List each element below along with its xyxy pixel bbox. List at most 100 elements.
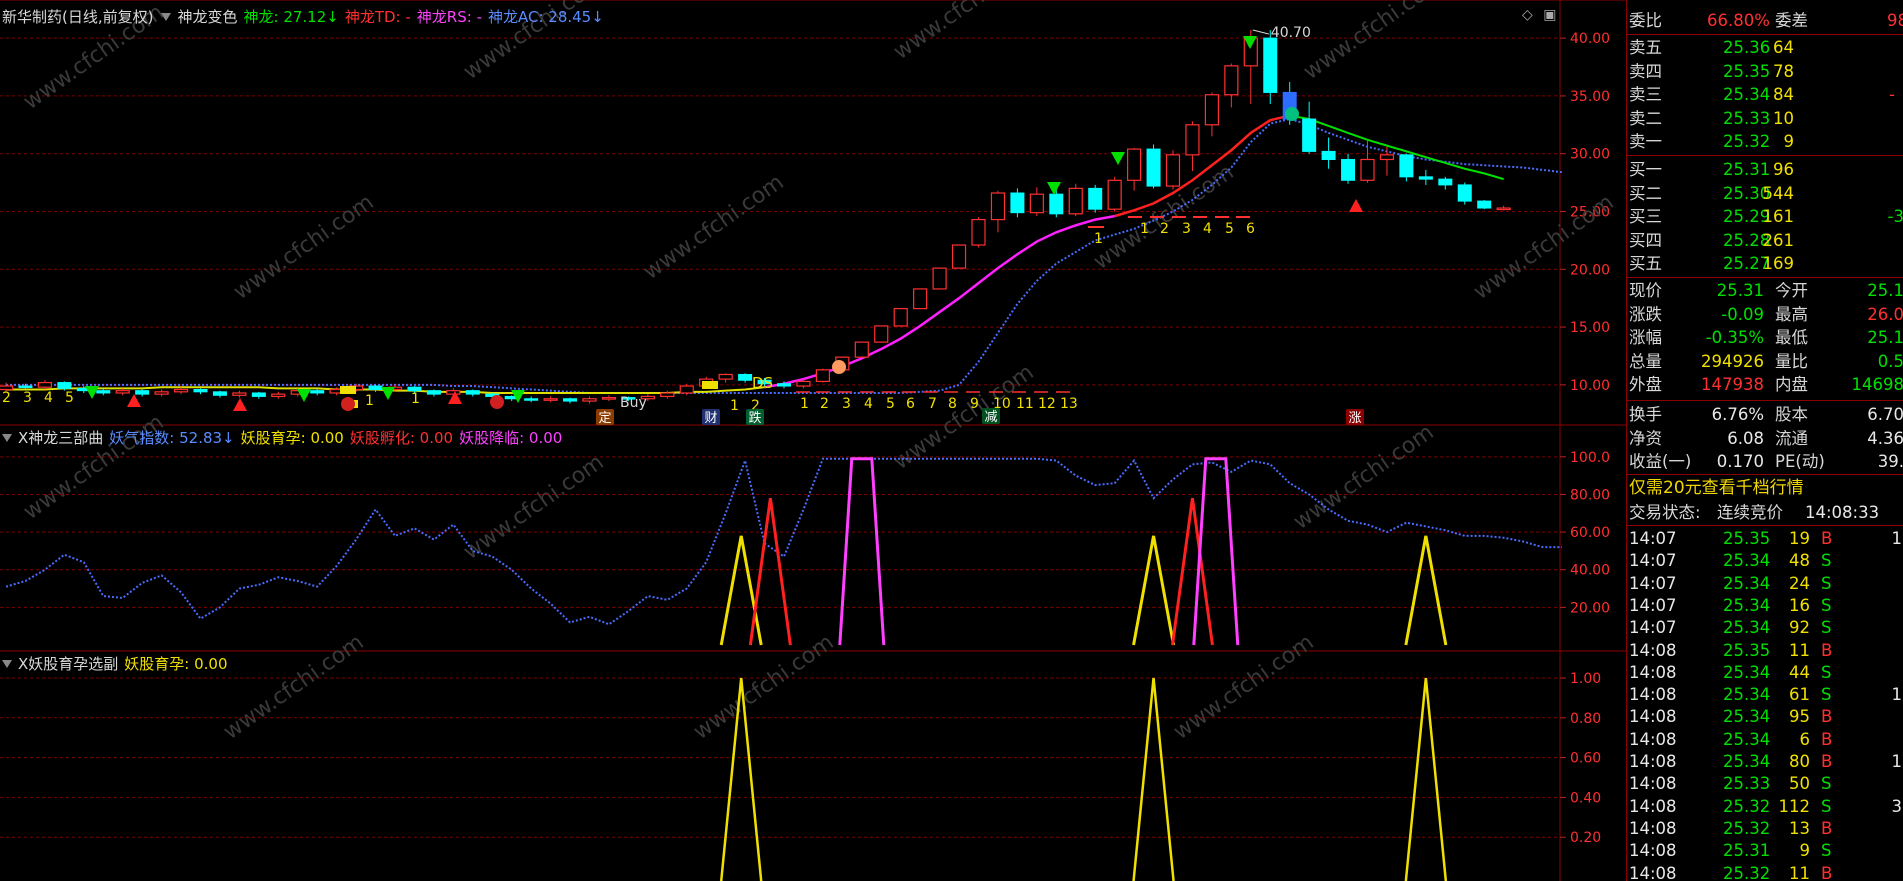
candle[interactable] (854, 341, 869, 358)
candle-body (815, 369, 831, 383)
td-count-label: 8 (948, 396, 957, 412)
candle[interactable] (718, 373, 733, 383)
candle[interactable] (951, 244, 967, 269)
candle[interactable] (1068, 183, 1083, 217)
collapse-triangle-icon[interactable] (2, 434, 12, 442)
candle[interactable] (1360, 140, 1375, 183)
diamond-icon[interactable]: ◇ (1522, 7, 1533, 23)
candle-body (1010, 192, 1025, 214)
collapse-triangle-icon[interactable] (2, 660, 12, 668)
candle[interactable] (1185, 121, 1200, 172)
panel-separator (1627, 400, 1903, 401)
candle[interactable] (426, 389, 441, 397)
candle[interactable] (154, 389, 169, 397)
candle-body (1185, 124, 1200, 156)
tick-row: 14:08 25.32 112 S 3 (1627, 796, 1903, 818)
candle[interactable] (1165, 150, 1181, 190)
candle[interactable] (913, 288, 928, 310)
candle[interactable] (524, 396, 539, 403)
candle[interactable] (679, 383, 694, 396)
candle[interactable] (173, 387, 189, 395)
candle-body (1263, 37, 1278, 93)
tick-time: 14:07 (1629, 573, 1677, 593)
weibi-row: 委比 66.80% 委差 98 (1627, 10, 1903, 32)
candle[interactable] (1263, 30, 1278, 105)
candle[interactable] (271, 391, 286, 399)
candle[interactable] (37, 380, 53, 390)
stat-value: 294926 (1701, 351, 1764, 371)
tick-direction: S (1821, 796, 1832, 816)
candle[interactable] (1010, 188, 1025, 218)
title-part: X妖股育孕选副 (18, 655, 119, 673)
candle[interactable] (1302, 101, 1317, 154)
candle[interactable] (815, 368, 831, 383)
y-tick-label: 20.00 (1570, 600, 1610, 616)
candle[interactable] (1496, 205, 1511, 211)
candle[interactable] (1399, 153, 1414, 182)
watermark-text: www.cfchi.com (1299, 0, 1448, 85)
candle-body (0, 385, 14, 391)
candle[interactable] (1418, 169, 1433, 185)
candle[interactable] (1029, 187, 1044, 217)
title-part: 妖气指数: 52.83↓ (109, 429, 235, 447)
candle[interactable] (1146, 144, 1161, 189)
title-part: 神龙RS: - (416, 8, 482, 26)
candle[interactable] (212, 390, 227, 398)
stat-label: 净资 (1629, 428, 1662, 448)
stat-value: 39. (1877, 452, 1903, 471)
watermark-text: www.cfchi.com (1169, 630, 1318, 745)
candle[interactable] (1457, 182, 1472, 205)
candle[interactable] (738, 373, 753, 383)
candle[interactable] (1438, 176, 1453, 190)
candle[interactable] (465, 389, 480, 397)
watermark-text: www.cfchi.com (459, 450, 608, 565)
candle[interactable] (893, 307, 908, 327)
candle[interactable] (582, 396, 597, 404)
td-count-label: 7 (928, 396, 937, 412)
candle[interactable] (990, 190, 1006, 233)
yaoqi-peak (1170, 498, 1214, 646)
promo-link[interactable]: 仅需20元查看千档行情 (1627, 476, 1903, 500)
candle[interactable] (135, 389, 150, 397)
candle[interactable] (1321, 137, 1336, 169)
candle[interactable] (1341, 153, 1356, 184)
tick-direction: B (1821, 863, 1833, 881)
tick-time: 14:08 (1629, 685, 1677, 705)
candle[interactable] (232, 390, 247, 398)
tick-price: 25.32 (1723, 863, 1771, 881)
candle[interactable] (1088, 184, 1103, 213)
tick-time: 14:07 (1629, 618, 1677, 638)
candle[interactable] (1204, 92, 1220, 137)
tick-row: 14:08 25.32 11 B (1627, 863, 1903, 881)
candle[interactable] (1107, 176, 1122, 212)
candle[interactable] (874, 325, 889, 343)
candle[interactable] (193, 388, 208, 395)
title-part: 妖股孵化: 0.00 (349, 429, 454, 447)
watermark-text: www.cfchi.com (229, 190, 378, 305)
stat-value: 6.76% (1711, 405, 1764, 424)
candle[interactable] (115, 388, 130, 396)
candle[interactable] (251, 391, 266, 399)
candle-body (874, 325, 889, 343)
collapse-triangle-icon[interactable] (161, 13, 172, 21)
candle[interactable] (1126, 147, 1142, 191)
candle-body (718, 373, 733, 380)
candle-body (971, 218, 986, 246)
candle-body (1360, 158, 1375, 181)
candle-body (738, 373, 753, 381)
candle[interactable] (932, 267, 947, 290)
candle[interactable] (971, 217, 986, 248)
chart-area[interactable]: 40.00 35.00 30.00 25.00 20.00 15.00 10.00 www.c… (0, 0, 1626, 881)
candle[interactable] (1049, 188, 1064, 218)
candle[interactable] (96, 388, 111, 396)
restore-icon[interactable]: ▣ (1543, 7, 1556, 23)
candle[interactable] (1477, 199, 1492, 210)
high-marker-line (1252, 29, 1269, 35)
candle[interactable] (543, 396, 558, 403)
stat-label: 流通 (1775, 428, 1808, 448)
candle[interactable] (563, 397, 578, 404)
candle[interactable] (1224, 63, 1239, 108)
ask-label: 卖三 (1629, 85, 1662, 104)
td-count-label: 9 (970, 396, 979, 412)
candle[interactable] (601, 395, 617, 402)
